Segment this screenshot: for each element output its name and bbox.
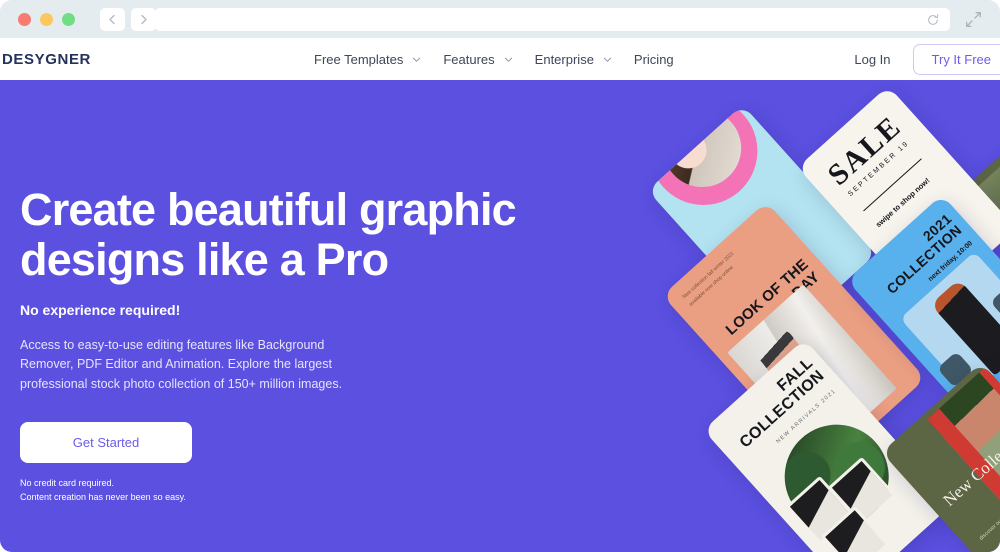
close-window-button[interactable] (18, 12, 31, 26)
minimize-window-button[interactable] (40, 12, 53, 26)
hero-section: Create beautiful graphic designs like a … (0, 80, 1000, 552)
hero-paragraph: Access to easy-to-use editing features l… (20, 337, 343, 391)
browser-nav-buttons (100, 7, 156, 31)
expand-icon[interactable] (965, 11, 982, 28)
chevron-left-icon (109, 14, 115, 24)
traffic-light-group (18, 12, 75, 26)
try-it-free-button[interactable]: Try It Free (912, 43, 1000, 75)
site-header: DESYGNER Free Templates Features Enterpr… (0, 38, 1000, 80)
hero-copy: Create beautiful graphic designs like a … (20, 184, 550, 505)
back-button[interactable] (100, 7, 125, 31)
brand-logo[interactable]: DESYGNER (2, 51, 91, 68)
nav-item-label: Features (443, 51, 495, 67)
nav-item-pricing[interactable]: Pricing (634, 52, 674, 67)
url-bar[interactable] (155, 8, 950, 31)
hero-title: Create beautiful graphic designs like a … (20, 184, 517, 286)
maximize-window-button[interactable] (62, 12, 75, 26)
forward-button[interactable] (131, 7, 156, 31)
nav-item-features[interactable]: Features (443, 52, 512, 67)
card-meta: New collection fall winter 2021 availabl… (681, 250, 736, 308)
reload-icon[interactable] (926, 13, 940, 27)
chevron-down-icon (413, 57, 421, 62)
nav-item-label: Enterprise (534, 51, 594, 67)
nav-item-free-templates[interactable]: Free Templates (314, 52, 421, 67)
browser-chrome (0, 0, 1000, 38)
chevron-down-icon (504, 57, 512, 62)
fineprint-line-1: No credit card required. (20, 477, 115, 488)
fineprint-line-2: Content creation has never been so easy. (20, 491, 186, 502)
header-actions: Log In Try It Free (854, 43, 1000, 75)
login-link[interactable]: Log In (854, 52, 890, 67)
template-collage: swipe up! SALE SEPTEMBER 19 swipe to sho… (647, 80, 1000, 552)
nav-item-enterprise[interactable]: Enterprise (535, 52, 612, 67)
chevron-right-icon (141, 14, 147, 24)
chevron-down-icon (603, 57, 612, 62)
main-navigation: Free Templates Features Enterprise Prici… (314, 52, 696, 67)
hero-subtitle: No experience required! (20, 301, 181, 318)
hero-fineprint: No credit card required. Content creatio… (20, 477, 550, 505)
nav-item-label: Free Templates (314, 51, 404, 67)
get-started-button[interactable]: Get Started (20, 421, 192, 463)
nav-item-label: Pricing (633, 51, 674, 67)
browser-window: DESYGNER Free Templates Features Enterpr… (0, 0, 1000, 552)
